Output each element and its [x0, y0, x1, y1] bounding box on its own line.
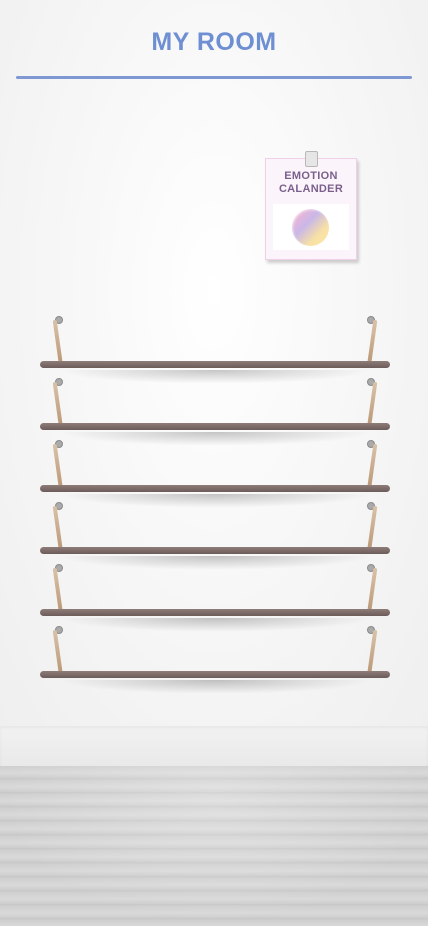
shelf-board — [40, 423, 390, 430]
shelf-board — [40, 609, 390, 616]
calendar-frame — [273, 204, 349, 250]
shelf-6[interactable] — [40, 626, 390, 694]
emotion-gradient-circle-icon — [292, 209, 329, 246]
shelf-1[interactable] — [40, 316, 390, 384]
page-title: MY ROOM — [151, 28, 277, 56]
shelf-3[interactable] — [40, 440, 390, 508]
calendar-title: EMOTION CALANDER — [278, 170, 344, 195]
baseboard — [0, 726, 428, 766]
floor-highlight — [0, 766, 428, 926]
shelf-2[interactable] — [40, 378, 390, 446]
shelf-shadow — [58, 680, 372, 694]
shelf-unit — [0, 316, 428, 698]
page-header: MY ROOM — [0, 0, 428, 82]
shelf-board — [40, 547, 390, 554]
shelf-4[interactable] — [40, 502, 390, 570]
shelf-board — [40, 485, 390, 492]
shelf-board — [40, 671, 390, 678]
shelf-board — [40, 361, 390, 368]
pin-icon — [305, 151, 318, 167]
title-underline — [16, 76, 412, 79]
emotion-calendar-card[interactable]: EMOTION CALANDER — [265, 151, 357, 260]
shelf-5[interactable] — [40, 564, 390, 632]
